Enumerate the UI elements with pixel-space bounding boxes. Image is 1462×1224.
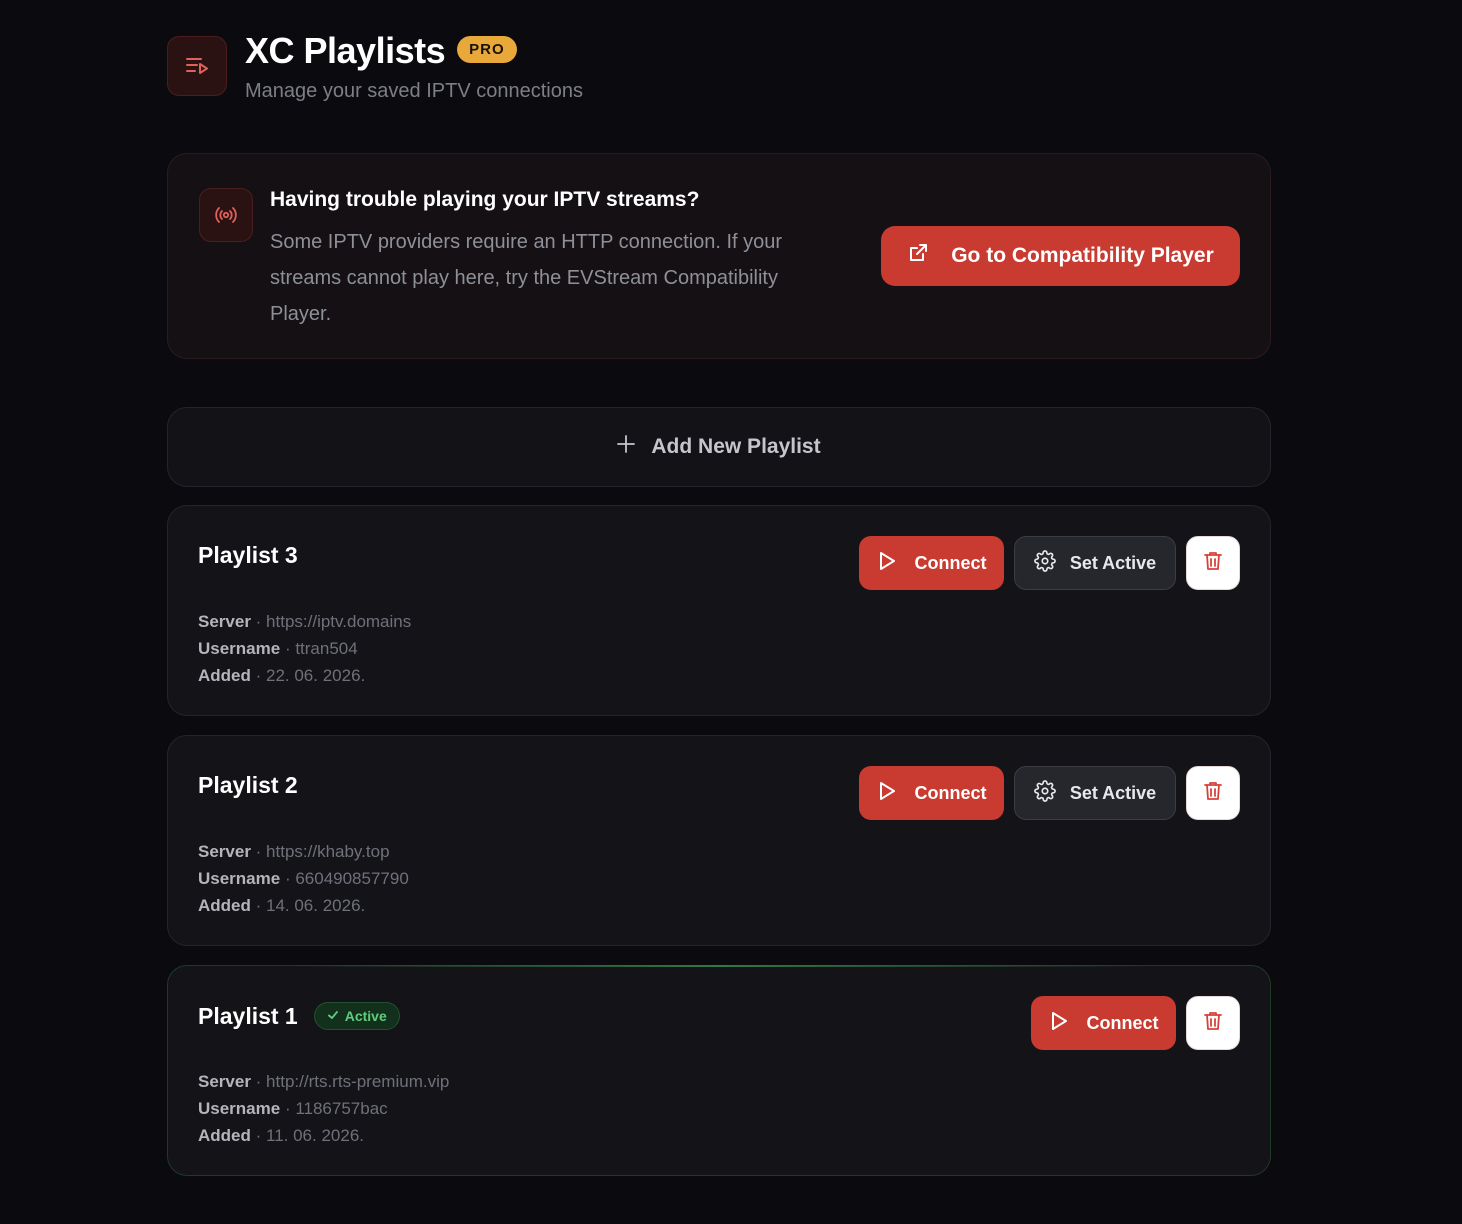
separator: ·: [250, 612, 267, 631]
trash-icon: [1202, 780, 1224, 807]
username-label: Username: [198, 1099, 281, 1118]
added-value: 14. 06. 2026.: [266, 896, 366, 915]
gear-icon: [1033, 779, 1056, 807]
compatibility-player-button[interactable]: Go to Compatibility Player: [881, 226, 1240, 286]
main-container: XC Playlists PRO Manage your saved IPTV …: [167, 0, 1271, 1176]
separator: ·: [280, 869, 296, 888]
server-label: Server: [198, 612, 251, 631]
username-row: Username · ttran504: [198, 635, 411, 662]
playlist-card: Playlist 2 Server · https://khaby.top Us…: [167, 735, 1271, 946]
separator: ·: [250, 1072, 267, 1091]
added-value: 11. 06. 2026.: [266, 1126, 364, 1145]
username-value: 660490857790: [295, 869, 409, 888]
set-active-label: Set Active: [1069, 552, 1157, 573]
page-subtitle: Manage your saved IPTV connections: [245, 80, 583, 102]
server-label: Server: [198, 1072, 251, 1091]
added-value: 22. 06. 2026.: [266, 666, 366, 685]
page-title: XC Playlists: [245, 30, 446, 71]
playlist-actions: Connect: [1031, 996, 1240, 1050]
server-row: Server · https://iptv.domains: [198, 608, 411, 635]
add-playlist-label: Add New Playlist: [651, 435, 821, 458]
trash-icon: [1202, 1010, 1224, 1037]
active-badge: Active: [313, 1002, 400, 1030]
play-icon: [1049, 1011, 1069, 1036]
notice-title: Having trouble playing your IPTV streams…: [270, 188, 700, 211]
separator: ·: [250, 1126, 266, 1145]
added-label: Added: [198, 896, 251, 915]
compatibility-button-label: Go to Compatibility Player: [951, 244, 1214, 267]
username-value: ttran504: [295, 639, 358, 658]
server-value: https://iptv.domains: [266, 612, 412, 631]
separator: ·: [250, 666, 266, 685]
plus-icon: [617, 435, 636, 459]
playlist-details: Server · https://iptv.domains Username ·…: [198, 608, 411, 689]
added-label: Added: [198, 1126, 251, 1145]
server-value: https://khaby.top: [266, 842, 390, 861]
playlist-name: Playlist 1 Active: [198, 1002, 400, 1030]
delete-button[interactable]: [1186, 766, 1240, 820]
username-value: 1186757bac: [295, 1099, 388, 1118]
server-value: http://rts.rts-premium.vip: [266, 1072, 450, 1091]
compatibility-notice: Having trouble playing your IPTV streams…: [167, 153, 1271, 359]
playlist-card: Playlist 3 Server · https://iptv.domains…: [167, 505, 1271, 716]
playlist-icon: [167, 36, 227, 96]
external-link-icon: [907, 242, 929, 270]
connect-label: Connect: [914, 782, 987, 803]
notice-text: Some IPTV providers require an HTTP conn…: [270, 231, 783, 325]
connect-button[interactable]: Connect: [859, 766, 1004, 820]
playlist-actions: Connect Set Active: [859, 766, 1240, 820]
connect-button[interactable]: Connect: [1031, 996, 1176, 1050]
play-icon: [877, 781, 897, 806]
server-label: Server: [198, 842, 251, 861]
server-row: Server · http://rts.rts-premium.vip: [198, 1068, 449, 1095]
playlist-card-active: Playlist 1 Active Server · http://rts.rt…: [167, 965, 1271, 1176]
connect-label: Connect: [1086, 1012, 1159, 1033]
add-playlist-button[interactable]: Add New Playlist: [167, 407, 1271, 487]
playlist-details: Server · https://khaby.top Username · 66…: [198, 838, 409, 919]
gear-icon: [1033, 549, 1056, 577]
title-row: XC Playlists PRO: [245, 30, 517, 72]
set-active-button[interactable]: Set Active: [1014, 766, 1176, 820]
play-icon: [877, 551, 897, 576]
playlist-name-text: Playlist 2: [198, 772, 298, 798]
username-row: Username · 660490857790: [198, 865, 409, 892]
pro-badge: PRO: [457, 35, 517, 63]
added-row: Added · 14. 06. 2026.: [198, 892, 409, 919]
trash-icon: [1202, 550, 1224, 577]
playlist-details: Server · http://rts.rts-premium.vip User…: [198, 1068, 449, 1149]
added-row: Added · 11. 06. 2026.: [198, 1122, 449, 1149]
server-row: Server · https://khaby.top: [198, 838, 409, 865]
set-active-label: Set Active: [1069, 782, 1157, 803]
broadcast-icon: [199, 188, 253, 242]
playlist-name-text: Playlist 3: [198, 542, 298, 568]
playlist-name-text: Playlist 1: [198, 1002, 298, 1029]
set-active-button[interactable]: Set Active: [1014, 536, 1176, 590]
delete-button[interactable]: [1186, 996, 1240, 1050]
playlist-actions: Connect Set Active: [859, 536, 1240, 590]
username-label: Username: [198, 869, 281, 888]
check-icon: [327, 1008, 339, 1024]
playlist-name: Playlist 2: [198, 772, 298, 799]
page-header: XC Playlists PRO Manage your saved IPTV …: [167, 0, 1271, 150]
added-label: Added: [198, 666, 251, 685]
delete-button[interactable]: [1186, 536, 1240, 590]
separator: ·: [280, 639, 296, 658]
playlist-name: Playlist 3: [198, 542, 298, 569]
username-label: Username: [198, 639, 281, 658]
connect-label: Connect: [914, 552, 987, 573]
added-row: Added · 22. 06. 2026.: [198, 662, 411, 689]
separator: ·: [250, 896, 266, 915]
connect-button[interactable]: Connect: [859, 536, 1004, 590]
separator: ·: [280, 1099, 296, 1118]
username-row: Username · 1186757bac: [198, 1095, 449, 1122]
active-badge-label: Active: [344, 1008, 387, 1024]
separator: ·: [250, 842, 267, 861]
